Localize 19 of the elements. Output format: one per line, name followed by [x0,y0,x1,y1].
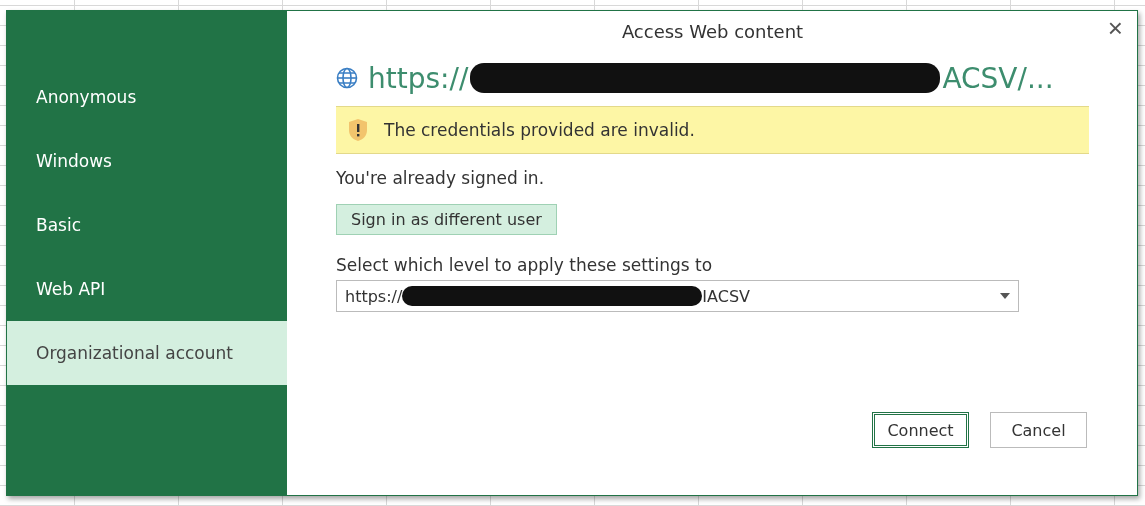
sidebar-item[interactable]: Windows [7,129,287,193]
caret-icon [1000,293,1010,299]
sidebar-item[interactable]: Anonymous [7,65,287,129]
close-button[interactable]: × [1101,13,1129,44]
cancel-button[interactable]: Cancel [990,412,1087,448]
sidebar-item[interactable]: Web API [7,257,287,321]
field-label: Select which level to apply these settings to [336,255,714,275]
sidebar-item[interactable]: Organizational account [7,321,287,385]
sign-in-button[interactable]: Sign in as different user [336,204,557,235]
shield-icon [348,118,368,142]
globe-icon [336,67,358,89]
dialog-title: Access Web content [621,21,804,42]
warning-text: The credentials provided are invalid. [384,120,695,140]
level-dropdown[interactable]: https:// IACSV [336,280,1019,312]
connect-button[interactable]: Connect [872,412,969,448]
url-text: https:// [368,61,469,95]
status-text: You're already signed in. [336,168,546,188]
sidebar-item[interactable]: Basic [7,193,287,257]
url-text: ACSV/... [942,61,1054,95]
